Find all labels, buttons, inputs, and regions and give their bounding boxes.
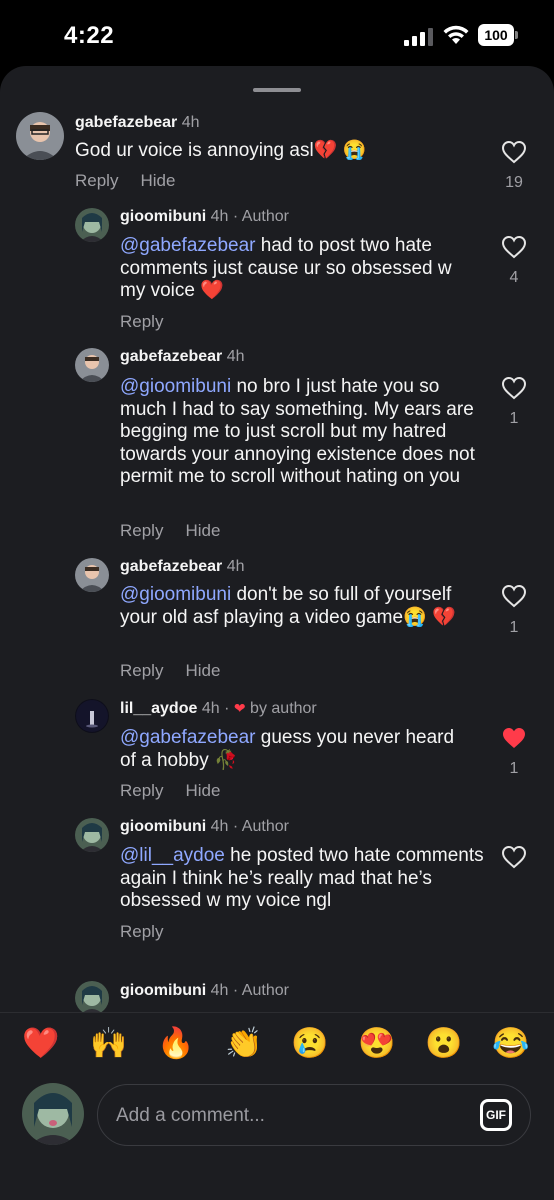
hide-button[interactable]: Hide [185,781,220,800]
like-heart-icon[interactable] [501,235,527,259]
battery-icon: 100 [478,24,518,46]
avatar[interactable] [75,348,109,382]
reply-button[interactable]: Reply [120,922,163,941]
wifi-icon [443,25,469,44]
hide-button[interactable]: Hide [185,661,220,680]
avatar[interactable] [75,558,109,592]
cellular-signal-icon [404,28,433,46]
comment-time: 4h [201,700,220,717]
emoji-laughing[interactable]: 😂 [489,1026,533,1061]
comment-username[interactable]: gabefazebear [75,114,177,131]
emoji-raised-hands[interactable]: 🙌 [87,1026,131,1061]
hide-button[interactable]: Hide [185,521,220,540]
comment-text: @lil__aydoe he posted two hate comments … [120,845,484,911]
avatar[interactable] [16,112,64,160]
comment-time: 4h [226,348,245,365]
hide-button[interactable]: Hide [140,171,175,190]
like-heart-icon[interactable] [501,140,527,164]
like-heart-icon[interactable] [501,845,527,869]
sheet-grabber[interactable] [253,88,301,92]
avatar[interactable] [75,981,109,1015]
gif-button[interactable]: GIF [480,1099,512,1131]
emoji-fire[interactable]: 🔥 [154,1026,198,1061]
mention-link[interactable]: @gioomibuni [120,376,231,397]
current-user-avatar [22,1083,84,1145]
comment-text: @gabefazebear guess you never heard of a… [120,727,455,771]
liked-by-author-label: by author [250,700,317,717]
emoji-clap[interactable]: 👏 [222,1026,266,1061]
avatar[interactable] [75,699,109,733]
comment-username[interactable]: gabefazebear [120,558,222,575]
reply-button[interactable]: Reply [120,521,163,540]
comment-username[interactable]: gioomibuni [120,982,206,999]
emoji-heart-eyes[interactable]: 😍 [355,1026,399,1061]
comment-input[interactable] [116,1101,456,1131]
author-badge: · Author [232,982,289,999]
reply-button[interactable]: Reply [120,781,163,800]
emoji-surprised[interactable]: 😮 [422,1026,466,1061]
emoji-heart[interactable]: ❤️ [19,1026,63,1061]
like-count: 19 [505,174,523,191]
creator-liked-heart-icon: ❤ [233,700,246,716]
mention-link[interactable]: @gioomibuni [120,584,231,605]
avatar[interactable] [75,818,109,852]
like-count: 1 [509,760,519,777]
mention-link[interactable]: @gabefazebear [120,235,256,256]
comment-time: 4h [210,818,229,835]
comment-text: @gioomibuni don't be so full of yourself… [120,584,456,628]
like-count: 4 [509,269,519,286]
emoji-crying[interactable]: 😢 [288,1026,332,1061]
comment-username[interactable]: gioomibuni [120,818,206,835]
mention-link[interactable]: @lil__aydoe [120,845,225,866]
comment-time: 4h [210,982,229,999]
reply-button[interactable]: Reply [120,661,163,680]
comment-time: 4h [181,114,200,131]
comment-input-container[interactable]: GIF [97,1084,531,1146]
comment-text: @gabefazebear had to post two hate comme… [120,235,452,301]
like-count: 1 [509,619,519,636]
mention-link[interactable]: @gabefazebear [120,727,256,748]
comment-username[interactable]: lil__aydoe [120,700,197,717]
comment-time: 4h [210,208,229,225]
like-count: 1 [509,410,519,427]
comment-username[interactable]: gioomibuni [120,208,206,225]
status-bar: 4:22 100 [0,0,554,66]
battery-level: 100 [478,24,514,46]
comment-username[interactable]: gabefazebear [120,348,222,365]
author-badge: · Author [232,818,289,835]
like-heart-icon[interactable] [501,376,527,400]
reply-button[interactable]: Reply [75,171,118,190]
status-time: 4:22 [64,22,115,49]
comment-text: @gioomibuni no bro I just hate you so mu… [120,376,475,487]
author-badge: · Author [232,208,289,225]
comment-time: 4h [226,558,245,575]
avatar[interactable] [75,208,109,242]
like-heart-icon[interactable] [501,584,527,608]
like-heart-filled-icon[interactable] [501,726,527,750]
reply-button[interactable]: Reply [120,312,163,331]
comment-text: God ur voice is annoying asl💔 😭 [75,140,367,161]
